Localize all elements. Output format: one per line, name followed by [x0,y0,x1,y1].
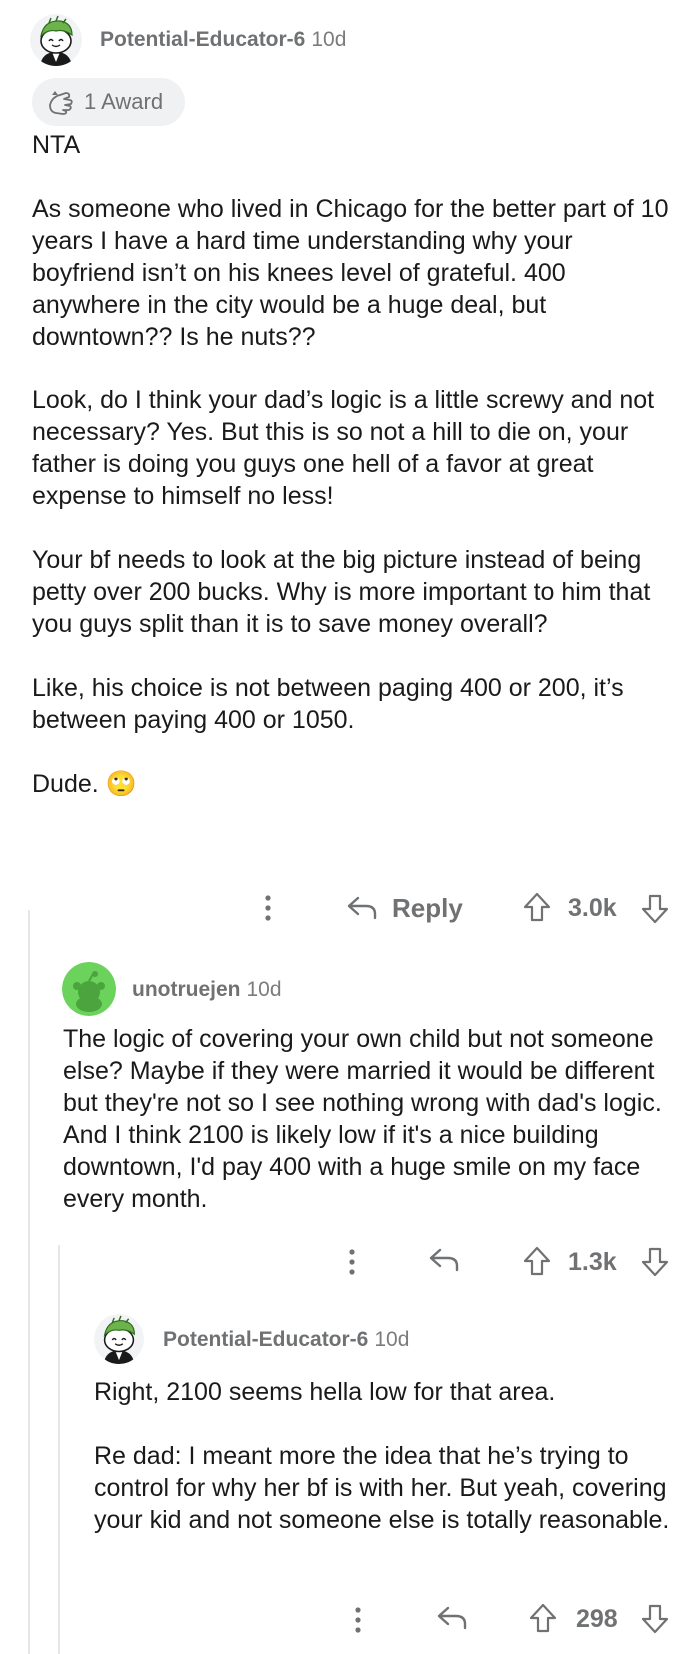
reply-icon [429,1248,459,1272]
snoo-avatar-icon [62,962,116,1016]
more-vertical-icon [349,1249,355,1275]
upvote-button[interactable] [522,891,552,923]
downvote-arrow-icon [641,1247,669,1277]
comment-paragraph: NTA [32,131,81,159]
downvote-arrow-icon [641,1604,669,1634]
username[interactable]: Potential-Educator-6 [100,28,305,51]
comment-age: 10d [311,28,347,51]
username[interactable]: Potential-Educator-6 [163,1328,368,1351]
upvote-arrow-icon [529,1603,557,1633]
comment-age: 10d [246,978,282,1001]
comment-body: Right, 2100 seems hella low for that are… [94,1377,690,1537]
award-icon [46,87,76,117]
comment-paragraph: The logic of covering your own child but… [63,1025,662,1213]
upvote-button[interactable] [528,1602,558,1634]
reply-icon [437,1606,467,1630]
comment-body: The logic of covering your own child but… [63,1024,688,1215]
comment-author[interactable]: Potential-Educator-6 10d [100,28,346,52]
reply-icon [347,896,377,920]
avatar[interactable] [62,962,116,1016]
comment-paragraph: Like, his choice is not between paging 4… [32,673,624,734]
upvote-arrow-icon [523,892,551,922]
vote-score: 3.0k [568,894,617,922]
award-label: 1 Award [84,89,164,114]
reply-button[interactable] [436,1604,468,1632]
reply-button[interactable] [428,1246,460,1274]
downvote-button[interactable] [640,1603,670,1635]
downvote-button[interactable] [640,893,670,925]
comment-paragraph: Your bf needs to look at the big picture… [32,546,651,638]
comment-paragraph: Look, do I think your dad’s logic is a l… [32,386,655,511]
thread-line[interactable] [58,1245,60,1654]
more-options-button[interactable] [342,1246,362,1278]
avatar[interactable] [30,14,82,66]
eye-roll-emoji: 🙄 [105,769,137,798]
downvote-button[interactable] [640,1246,670,1278]
more-options-button[interactable] [348,1604,368,1636]
snoo-avatar-icon [30,14,82,66]
comment-body: NTA As someone who lived in Chicago for … [32,130,680,801]
award-badge[interactable]: 1 Award [32,78,185,126]
downvote-arrow-icon [641,894,669,924]
more-options-button[interactable] [258,892,278,924]
username[interactable]: unotruejen [132,978,241,1001]
comment-paragraph: Re dad: I meant more the idea that he’s … [94,1441,670,1534]
vote-score: 1.3k [568,1248,617,1276]
avatar[interactable] [94,1314,144,1364]
comment-author[interactable]: unotruejen 10d [132,978,282,1002]
comment-paragraph: As someone who lived in Chicago for the … [32,194,669,351]
comment-text: Dude. [32,769,99,798]
more-vertical-icon [265,895,271,921]
comment-age: 10d [374,1328,410,1351]
comment-paragraph: Dude. 🙄 [32,769,680,801]
upvote-arrow-icon [523,1246,551,1276]
upvote-button[interactable] [522,1245,552,1277]
more-vertical-icon [355,1607,361,1633]
vote-score: 298 [576,1605,618,1633]
reply-label: Reply [392,892,463,923]
thread-line[interactable] [28,910,30,1654]
comment-paragraph: Right, 2100 seems hella low for that are… [94,1378,556,1406]
reply-button[interactable]: Reply [346,890,463,926]
comment-author[interactable]: Potential-Educator-6 10d [163,1328,409,1352]
snoo-avatar-icon [94,1314,144,1364]
